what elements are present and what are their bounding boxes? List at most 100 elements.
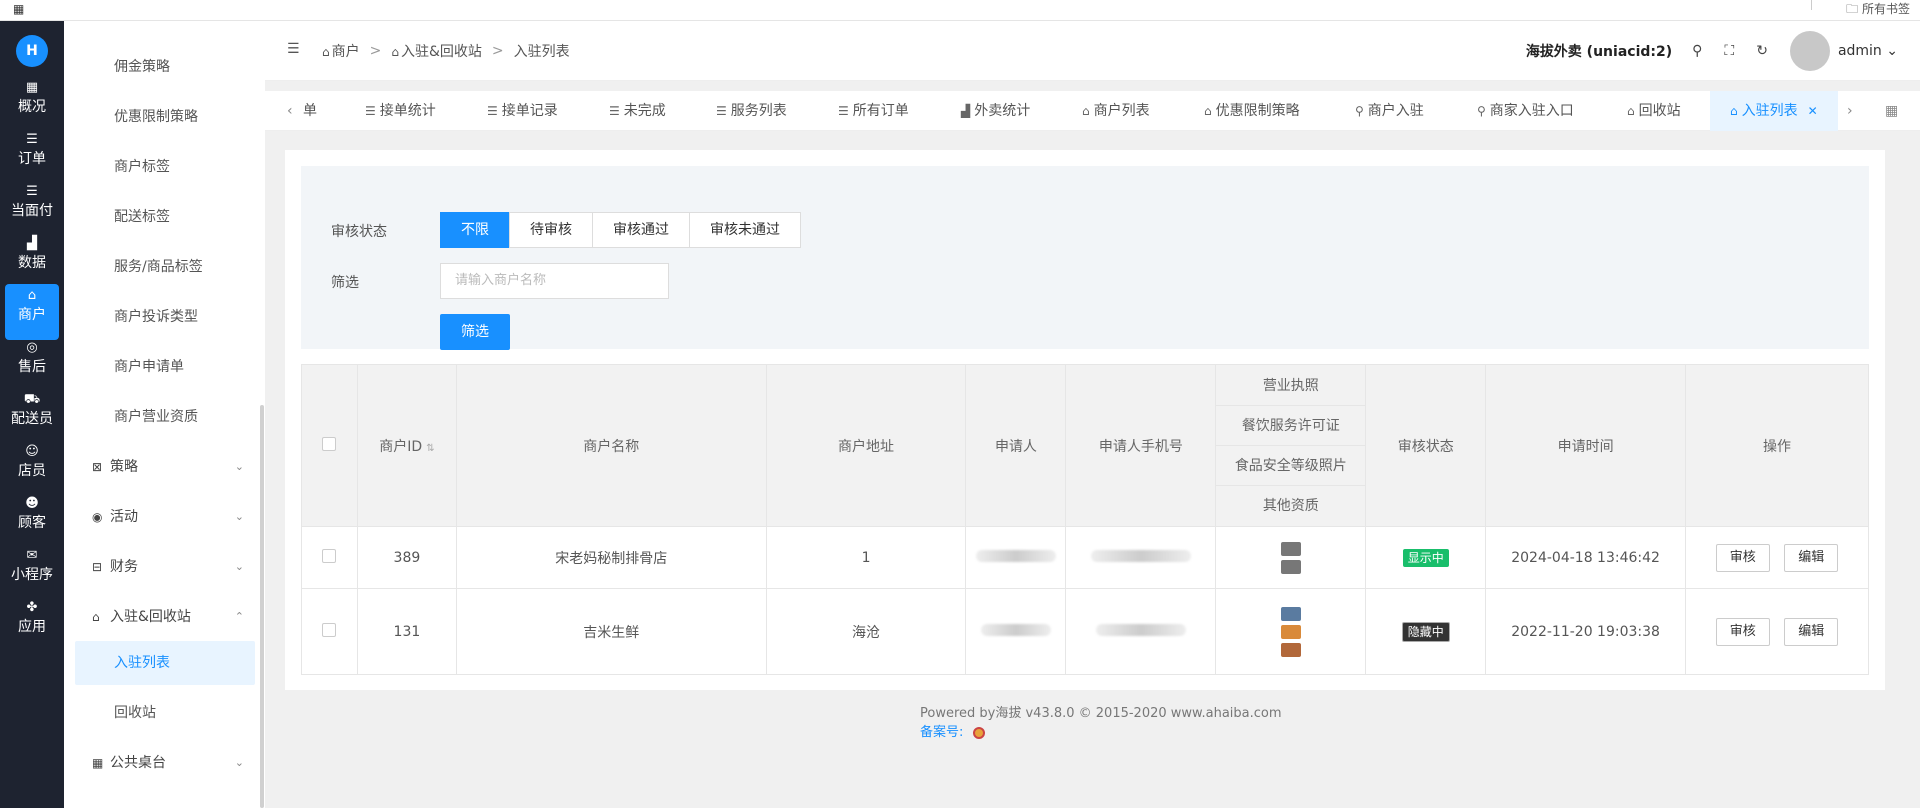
review-button[interactable]: 审核 — [1715, 617, 1770, 646]
filter-submit-button[interactable]: 筛选 — [440, 314, 510, 350]
rail-item-courier[interactable]: ⛟ 配送员 — [5, 388, 59, 444]
header-applicant: 申请人 — [965, 364, 1067, 527]
status-option-all[interactable]: 不限 — [440, 212, 510, 248]
side-group-activity[interactable]: ◉ 活动 ⌄ — [64, 495, 260, 539]
side-group-public-table[interactable]: ▦ 公共桌台 ⌄ — [64, 741, 260, 785]
user-icon: ☺ — [25, 444, 39, 459]
redacted-text — [1090, 549, 1191, 562]
status-badge: 显示中 — [1402, 548, 1449, 567]
tab-delivery-stats[interactable]: ▟ 外卖统计 — [961, 91, 1030, 131]
merchant-name-search-input[interactable]: 请输入商户名称 — [440, 263, 669, 299]
tab-merchant-settle[interactable]: ⚲ 商户入驻 — [1355, 91, 1424, 131]
tab-unfinished[interactable]: ☰ 未完成 — [609, 91, 666, 131]
side-group-finance[interactable]: ⊟ 财务 ⌄ — [64, 545, 260, 589]
tab-order-records[interactable]: ☰ 接单记录 — [487, 91, 558, 131]
table-row: 389 宋老妈秘制排骨店 1 显示中 2024-04-18 13:46:42 审… — [301, 526, 1869, 589]
divider — [1811, 0, 1812, 10]
avatar[interactable] — [1789, 31, 1830, 71]
list-icon: ☰ — [26, 184, 38, 199]
side-item-complaint-type[interactable]: 商户投诉类型 — [64, 295, 260, 339]
search-icon[interactable]: ⚲ — [1692, 43, 1702, 59]
side-item-recycle-bin[interactable]: 回收站 — [64, 691, 260, 735]
rail-item-merchant[interactable]: ⌂ 商户 — [5, 284, 59, 340]
side-item-merchant-tag[interactable]: 商户标签 — [64, 145, 260, 189]
tab-orders-partial[interactable]: 单 — [303, 91, 317, 131]
status-cell: 隐藏中 — [1365, 588, 1487, 675]
table-row: 131 吉米生鲜 海沧 隐藏中 2022-11-20 19:03:38 审核 编… — [301, 588, 1869, 675]
row-checkbox[interactable] — [322, 548, 337, 563]
list-icon: ☰ — [716, 104, 727, 118]
side-group-settle-recycle[interactable]: ⌂ 入驻&回收站 ⌃ — [64, 595, 260, 639]
apps-grid-icon[interactable]: ▦ — [13, 2, 24, 16]
breadcrumb-merchant[interactable]: ⌂ 商户 — [322, 41, 360, 61]
tabs-prev-icon[interactable]: ‹ — [287, 91, 293, 131]
side-item-settle-list[interactable]: 入驻列表 — [75, 641, 255, 685]
tabs-menu-icon[interactable]: ▦ — [1885, 91, 1898, 131]
tab-settle-entry[interactable]: ⚲ 商家入驻入口 — [1477, 91, 1574, 131]
merchant-id: 389 — [356, 526, 457, 589]
side-item-delivery-tag[interactable]: 配送标签 — [64, 195, 260, 239]
image-thumbnail[interactable] — [1280, 559, 1301, 574]
image-thumbnail[interactable] — [1280, 642, 1301, 657]
tabs-next-icon[interactable]: › — [1847, 91, 1853, 131]
close-icon[interactable]: ✕ — [1808, 104, 1818, 118]
rail-item-staff[interactable]: ☺ 店员 — [5, 440, 59, 496]
image-thumbnail[interactable] — [1280, 606, 1301, 621]
user-menu[interactable]: admin ⌄ — [1838, 43, 1898, 59]
tab-recycle[interactable]: ⌂ 回收站 — [1627, 91, 1681, 131]
side-item-application[interactable]: 商户申请单 — [64, 345, 260, 389]
status-cell: 显示中 — [1365, 526, 1487, 589]
tab-merchant-list[interactable]: ⌂ 商户列表 — [1082, 91, 1150, 131]
rail-item-orders[interactable]: ☰ 订单 — [5, 128, 59, 184]
side-item-discount-limit[interactable]: 优惠限制策略 — [64, 95, 260, 139]
review-button[interactable]: 审核 — [1715, 543, 1770, 572]
store-icon: ⌂ — [1082, 104, 1090, 118]
image-thumbnail[interactable] — [1280, 624, 1301, 639]
store-icon: ⌂ — [1204, 104, 1212, 118]
rail-item-miniapp[interactable]: ✉ 小程序 — [5, 544, 59, 600]
side-item-qualification[interactable]: 商户营业资质 — [64, 395, 260, 439]
chevron-down-icon: ⌄ — [234, 510, 244, 523]
strategy-icon: ⊠ — [92, 460, 103, 474]
sort-icon[interactable]: ⇅ — [426, 443, 434, 454]
fullscreen-icon[interactable]: ⛶ — [1724, 43, 1734, 59]
header-other-qualification: 其他资质 — [1262, 497, 1319, 514]
scrollbar[interactable] — [260, 405, 264, 808]
side-item-service-tag[interactable]: 服务/商品标签 — [64, 245, 260, 289]
refresh-icon[interactable]: ↻ — [1756, 43, 1768, 59]
tab-discount-limit[interactable]: ⌂ 优惠限制策略 — [1204, 91, 1300, 131]
rail-item-data[interactable]: ▟ 数据 — [5, 232, 59, 288]
tab-service-list[interactable]: ☰ 服务列表 — [716, 91, 787, 131]
rail-item-overview[interactable]: ▦ 概况 — [5, 76, 59, 132]
menu-fold-icon[interactable]: ☰ — [287, 41, 300, 57]
list-icon: ☰ — [609, 104, 620, 118]
rail-item-customer[interactable]: ☻ 顾客 — [5, 492, 59, 548]
status-option-rejected[interactable]: 审核未通过 — [689, 212, 801, 248]
header-catering-permit: 餐饮服务许可证 — [1216, 406, 1366, 446]
merchant-id: 131 — [356, 588, 457, 675]
edit-button[interactable]: 编辑 — [1784, 543, 1839, 572]
tab-order-stats[interactable]: ☰ 接单统计 — [365, 91, 436, 131]
store-icon: ⌂ — [92, 610, 100, 624]
row-checkbox[interactable] — [322, 622, 337, 637]
rail-item-face-pay[interactable]: ☰ 当面付 — [5, 180, 59, 236]
tab-settle-list[interactable]: ⌂ 入驻列表 ✕ — [1710, 91, 1838, 131]
breadcrumb-settle-recycle[interactable]: ⌂ 入驻&回收站 — [391, 41, 482, 61]
side-group-strategy[interactable]: ⊠ 策略 ⌄ — [64, 445, 260, 489]
edit-button[interactable]: 编辑 — [1784, 617, 1839, 646]
status-option-approved[interactable]: 审核通过 — [592, 212, 690, 248]
image-thumbnail[interactable] — [1280, 541, 1301, 556]
beian-link[interactable]: 备案号: — [920, 721, 1282, 740]
all-bookmarks[interactable]: 🗀 所有书签 — [1846, 0, 1910, 21]
select-all-checkbox[interactable] — [322, 436, 337, 451]
chevron-down-icon: ⌄ — [234, 460, 244, 473]
bookmark-bar: ▦ 🗀 所有书签 — [0, 0, 1920, 21]
rail-item-after-sales[interactable]: ◎ 售后 — [5, 336, 59, 392]
rail-item-apps[interactable]: ✤ 应用 — [5, 596, 59, 652]
tab-all-orders[interactable]: ☰ 所有订单 — [838, 91, 909, 131]
header-merchant-id[interactable]: 商户ID ⇅ — [356, 364, 457, 527]
side-item-commission[interactable]: 佣金策略 — [64, 45, 260, 89]
row-select-cell — [301, 526, 358, 589]
status-option-pending[interactable]: 待审核 — [509, 212, 593, 248]
applicant-blurred — [965, 588, 1067, 675]
